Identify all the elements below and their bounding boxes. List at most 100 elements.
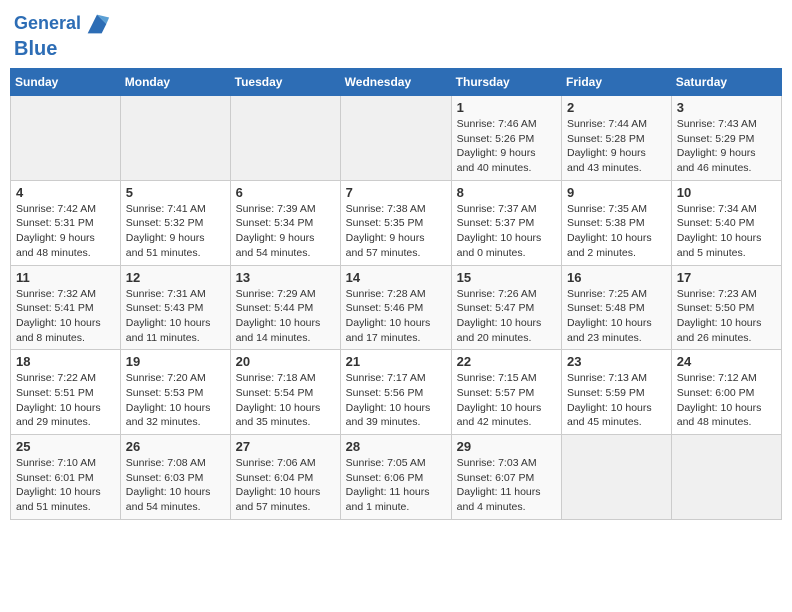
- calendar-cell: 17 Sunrise: 7:23 AM Sunset: 5:50 PM Dayli…: [671, 265, 781, 350]
- day-number: 27: [236, 439, 335, 454]
- day-number: 13: [236, 270, 335, 285]
- logo: General Blue: [14, 10, 111, 60]
- day-number: 5: [126, 185, 225, 200]
- weekday-friday: Friday: [562, 69, 672, 96]
- day-info: Sunrise: 7:22 AM Sunset: 5:51 PM Dayligh…: [16, 371, 115, 430]
- calendar-cell: [671, 435, 781, 520]
- day-info: Sunrise: 7:20 AM Sunset: 5:53 PM Dayligh…: [126, 371, 225, 430]
- calendar-cell: [340, 96, 451, 181]
- calendar-cell: 15 Sunrise: 7:26 AM Sunset: 5:47 PM Dayli…: [451, 265, 561, 350]
- day-info: Sunrise: 7:23 AM Sunset: 5:50 PM Dayligh…: [677, 287, 776, 346]
- calendar-week-1: 4 Sunrise: 7:42 AM Sunset: 5:31 PM Daylig…: [11, 180, 782, 265]
- day-info: Sunrise: 7:15 AM Sunset: 5:57 PM Dayligh…: [457, 371, 556, 430]
- weekday-thursday: Thursday: [451, 69, 561, 96]
- calendar-cell: 12 Sunrise: 7:31 AM Sunset: 5:43 PM Dayli…: [120, 265, 230, 350]
- day-number: 9: [567, 185, 666, 200]
- calendar-cell: 21Sunrise: 7:17 AM Sunset: 5:56 PM Dayli…: [340, 350, 451, 435]
- calendar-week-2: 11 Sunrise: 7:32 AM Sunset: 5:41 PM Dayli…: [11, 265, 782, 350]
- day-info: Sunrise: 7:13 AM Sunset: 5:59 PM Dayligh…: [567, 371, 666, 430]
- day-number: 25: [16, 439, 115, 454]
- day-info: Sunrise: 7:32 AM Sunset: 5:41 PM Dayligh…: [16, 287, 115, 346]
- day-info: Sunrise: 7:28 AM Sunset: 5:46 PM Dayligh…: [346, 287, 446, 346]
- day-number: 2: [567, 100, 666, 115]
- day-info: Sunrise: 7:34 AM Sunset: 5:40 PM Dayligh…: [677, 202, 776, 261]
- calendar-cell: 6 Sunrise: 7:39 AM Sunset: 5:34 PM Daylig…: [230, 180, 340, 265]
- weekday-header: SundayMondayTuesdayWednesdayThursdayFrid…: [11, 69, 782, 96]
- day-number: 1: [457, 100, 556, 115]
- calendar-cell: 24 Sunrise: 7:12 AM Sunset: 6:00 PM Dayli…: [671, 350, 781, 435]
- day-number: 22: [457, 354, 556, 369]
- day-info: Sunrise: 7:26 AM Sunset: 5:47 PM Dayligh…: [457, 287, 556, 346]
- calendar-cell: [120, 96, 230, 181]
- calendar-cell: 14 Sunrise: 7:28 AM Sunset: 5:46 PM Dayli…: [340, 265, 451, 350]
- calendar-cell: 28 Sunrise: 7:05 AM Sunset: 6:06 PM Dayli…: [340, 435, 451, 520]
- calendar-week-0: 1 Sunrise: 7:46 AM Sunset: 5:26 PM Daylig…: [11, 96, 782, 181]
- calendar-cell: 1 Sunrise: 7:46 AM Sunset: 5:26 PM Daylig…: [451, 96, 561, 181]
- day-info: Sunrise: 7:29 AM Sunset: 5:44 PM Dayligh…: [236, 287, 335, 346]
- calendar-cell: 25 Sunrise: 7:10 AM Sunset: 6:01 PM Dayli…: [11, 435, 121, 520]
- day-info: Sunrise: 7:10 AM Sunset: 6:01 PM Dayligh…: [16, 456, 115, 515]
- logo-blue: Blue: [14, 38, 111, 60]
- calendar-cell: 10 Sunrise: 7:34 AM Sunset: 5:40 PM Dayli…: [671, 180, 781, 265]
- calendar-cell: 11 Sunrise: 7:32 AM Sunset: 5:41 PM Dayli…: [11, 265, 121, 350]
- day-number: 17: [677, 270, 776, 285]
- day-number: 20: [236, 354, 335, 369]
- day-number: 24: [677, 354, 776, 369]
- day-info: Sunrise: 7:39 AM Sunset: 5:34 PM Dayligh…: [236, 202, 335, 261]
- calendar-body: 1 Sunrise: 7:46 AM Sunset: 5:26 PM Daylig…: [11, 96, 782, 520]
- day-number: 29: [457, 439, 556, 454]
- day-info: Sunrise: 7:35 AM Sunset: 5:38 PM Dayligh…: [567, 202, 666, 261]
- day-number: 6: [236, 185, 335, 200]
- day-info: Sunrise: 7:38 AM Sunset: 5:35 PM Dayligh…: [346, 202, 446, 261]
- day-info: Sunrise: 7:25 AM Sunset: 5:48 PM Dayligh…: [567, 287, 666, 346]
- logo-text: General: [14, 14, 81, 34]
- calendar-cell: 19Sunrise: 7:20 AM Sunset: 5:53 PM Dayli…: [120, 350, 230, 435]
- day-info: Sunrise: 7:44 AM Sunset: 5:28 PM Dayligh…: [567, 117, 666, 176]
- calendar-cell: 18 Sunrise: 7:22 AM Sunset: 5:51 PM Dayli…: [11, 350, 121, 435]
- calendar-cell: 29 Sunrise: 7:03 AM Sunset: 6:07 PM Dayli…: [451, 435, 561, 520]
- day-info: Sunrise: 7:06 AM Sunset: 6:04 PM Dayligh…: [236, 456, 335, 515]
- day-number: 28: [346, 439, 446, 454]
- calendar: SundayMondayTuesdayWednesdayThursdayFrid…: [10, 68, 782, 520]
- calendar-cell: 23 Sunrise: 7:13 AM Sunset: 5:59 PM Dayli…: [562, 350, 672, 435]
- day-number: 18: [16, 354, 115, 369]
- day-info: Sunrise: 7:42 AM Sunset: 5:31 PM Dayligh…: [16, 202, 115, 261]
- day-number: 14: [346, 270, 446, 285]
- day-info: Sunrise: 7:41 AM Sunset: 5:32 PM Dayligh…: [126, 202, 225, 261]
- day-info: Sunrise: 7:12 AM Sunset: 6:00 PM Dayligh…: [677, 371, 776, 430]
- day-info: Sunrise: 7:03 AM Sunset: 6:07 PM Dayligh…: [457, 456, 556, 515]
- calendar-cell: 16Sunrise: 7:25 AM Sunset: 5:48 PM Dayli…: [562, 265, 672, 350]
- day-number: 10: [677, 185, 776, 200]
- weekday-wednesday: Wednesday: [340, 69, 451, 96]
- calendar-cell: 5 Sunrise: 7:41 AM Sunset: 5:32 PM Daylig…: [120, 180, 230, 265]
- calendar-cell: 8Sunrise: 7:37 AM Sunset: 5:37 PM Daylig…: [451, 180, 561, 265]
- weekday-tuesday: Tuesday: [230, 69, 340, 96]
- day-number: 8: [457, 185, 556, 200]
- weekday-monday: Monday: [120, 69, 230, 96]
- calendar-week-4: 25 Sunrise: 7:10 AM Sunset: 6:01 PM Dayli…: [11, 435, 782, 520]
- calendar-cell: [11, 96, 121, 181]
- day-number: 4: [16, 185, 115, 200]
- day-info: Sunrise: 7:46 AM Sunset: 5:26 PM Dayligh…: [457, 117, 556, 176]
- weekday-sunday: Sunday: [11, 69, 121, 96]
- day-info: Sunrise: 7:08 AM Sunset: 6:03 PM Dayligh…: [126, 456, 225, 515]
- day-number: 23: [567, 354, 666, 369]
- day-number: 12: [126, 270, 225, 285]
- calendar-cell: 9 Sunrise: 7:35 AM Sunset: 5:38 PM Daylig…: [562, 180, 672, 265]
- calendar-cell: 3Sunrise: 7:43 AM Sunset: 5:29 PM Daylig…: [671, 96, 781, 181]
- calendar-cell: [230, 96, 340, 181]
- day-info: Sunrise: 7:05 AM Sunset: 6:06 PM Dayligh…: [346, 456, 446, 515]
- day-info: Sunrise: 7:31 AM Sunset: 5:43 PM Dayligh…: [126, 287, 225, 346]
- header: General Blue: [10, 10, 782, 60]
- day-number: 15: [457, 270, 556, 285]
- day-number: 11: [16, 270, 115, 285]
- day-number: 26: [126, 439, 225, 454]
- calendar-cell: 22 Sunrise: 7:15 AM Sunset: 5:57 PM Dayli…: [451, 350, 561, 435]
- logo-icon: [83, 10, 111, 38]
- calendar-cell: [562, 435, 672, 520]
- day-number: 21: [346, 354, 446, 369]
- day-number: 7: [346, 185, 446, 200]
- calendar-cell: 4 Sunrise: 7:42 AM Sunset: 5:31 PM Daylig…: [11, 180, 121, 265]
- day-number: 3: [677, 100, 776, 115]
- calendar-cell: 26 Sunrise: 7:08 AM Sunset: 6:03 PM Dayli…: [120, 435, 230, 520]
